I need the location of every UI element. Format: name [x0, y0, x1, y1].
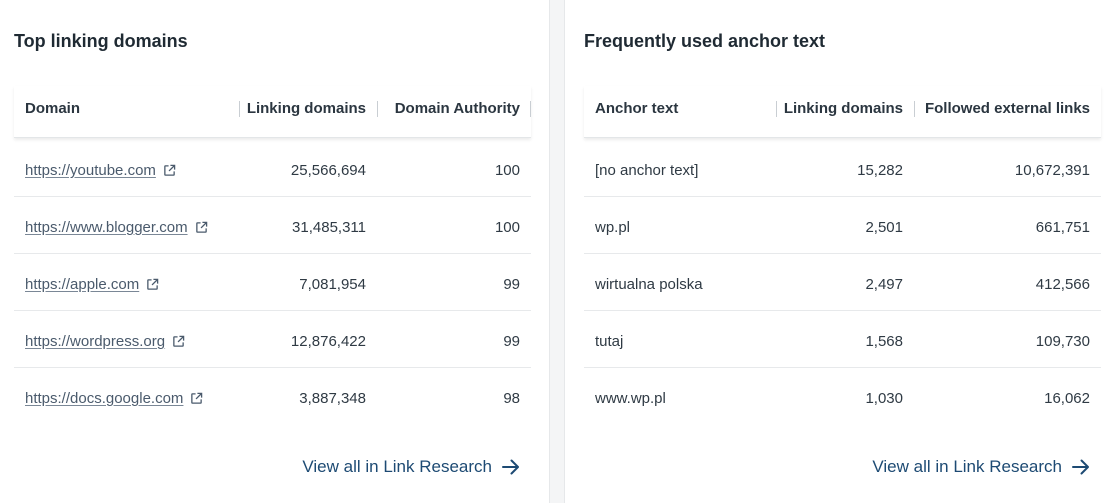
followed-links-value: 412,566 [1035, 276, 1090, 293]
domain-authority-value: 100 [494, 162, 520, 179]
domain-authority-value: 99 [503, 276, 520, 293]
page: Top linking domains Domain Linking domai… [0, 0, 1107, 503]
domain-link[interactable]: https://docs.google.com [25, 390, 203, 407]
external-link-icon [191, 392, 203, 404]
table-header: Domain Linking domains Domain Authority [14, 86, 531, 138]
table-row: tutaj 1,568 109,730 [584, 311, 1101, 368]
view-all-label: View all in Link Research [302, 457, 492, 476]
external-link-icon [147, 278, 159, 290]
followed-links-value: 16,062 [1044, 390, 1090, 407]
table-row: https://docs.google.com 3,887,348 98 [14, 368, 531, 425]
domain-link[interactable]: https://wordpress.org [25, 333, 185, 350]
domain-link[interactable]: https://www.blogger.com [25, 219, 208, 236]
domain-link[interactable]: https://apple.com [25, 276, 159, 293]
linking-domains-value: 12,876,422 [290, 333, 366, 350]
linking-domains-value: 2,501 [865, 219, 903, 236]
table-row: https://www.blogger.com 31,485,311 100 [14, 197, 531, 254]
linking-domains-value: 25,566,694 [290, 162, 366, 179]
followed-links-value: 10,672,391 [1014, 162, 1090, 179]
followed-links-value: 661,751 [1035, 219, 1090, 236]
linking-domains-value: 7,081,954 [299, 276, 366, 293]
view-all-link-research-button[interactable]: View all in Link Research [302, 457, 520, 477]
arrow-right-icon [1072, 459, 1089, 475]
domain-authority-value: 98 [503, 390, 520, 407]
column-header-linking-domains[interactable]: Linking domains [247, 100, 366, 117]
external-link-icon [164, 164, 176, 176]
panel-divider [549, 0, 565, 503]
anchor-text-value: wirtualna polska [595, 276, 703, 293]
column-header-domain-authority[interactable]: Domain Authority [395, 100, 520, 117]
view-all-link-research-button[interactable]: View all in Link Research [872, 457, 1090, 477]
anchor-text-value: www.wp.pl [595, 390, 666, 407]
panel-title: Top linking domains [14, 31, 188, 51]
linking-domains-value: 2,497 [865, 276, 903, 293]
column-header-domain[interactable]: Domain [25, 100, 80, 117]
linking-domains-value: 1,030 [865, 390, 903, 407]
table-row: wirtualna polska 2,497 412,566 [584, 254, 1101, 311]
table-row: https://wordpress.org 12,876,422 99 [14, 311, 531, 368]
domain-authority-value: 100 [494, 219, 520, 236]
column-header-linking-domains[interactable]: Linking domains [784, 100, 903, 117]
anchor-text-value: wp.pl [595, 219, 631, 236]
column-resize-handle[interactable] [239, 101, 240, 117]
linking-domains-value: 15,282 [857, 162, 903, 179]
arrow-right-icon [502, 459, 519, 475]
linking-domains-value: 1,568 [865, 333, 903, 350]
table-header: Anchor text Linking domains Followed ext… [584, 86, 1101, 138]
table-row: https://youtube.com 25,566,694 100 [14, 140, 531, 197]
panel-title: Frequently used anchor text [584, 31, 826, 51]
column-resize-handle[interactable] [914, 101, 915, 117]
column-resize-handle[interactable] [776, 101, 777, 117]
view-all-label: View all in Link Research [872, 457, 1062, 476]
column-resize-handle[interactable] [377, 101, 378, 117]
table-row: www.wp.pl 1,030 16,062 [584, 368, 1101, 425]
linking-domains-value: 31,485,311 [292, 219, 366, 236]
column-header-anchor-text[interactable]: Anchor text [595, 100, 678, 117]
external-link-icon [195, 221, 207, 233]
table-row: [no anchor text] 15,282 10,672,391 [584, 140, 1101, 197]
column-resize-handle[interactable] [530, 101, 531, 117]
table-row: https://apple.com 7,081,954 99 [14, 254, 531, 311]
followed-links-value: 109,730 [1035, 333, 1090, 350]
anchor-text-value: tutaj [595, 333, 624, 350]
external-link-icon [173, 335, 185, 347]
table-row: wp.pl 2,501 661,751 [584, 197, 1101, 254]
top-linking-domains-panel: Top linking domains Domain Linking domai… [14, 0, 531, 503]
domain-authority-value: 99 [503, 333, 520, 350]
anchor-text-value: [no anchor text] [595, 162, 699, 179]
anchor-text-panel: Frequently used anchor text Anchor text … [584, 0, 1101, 503]
linking-domains-value: 3,887,348 [299, 390, 366, 407]
domain-link[interactable]: https://youtube.com [25, 162, 176, 179]
column-header-followed-external-links[interactable]: Followed external links [925, 100, 1090, 117]
